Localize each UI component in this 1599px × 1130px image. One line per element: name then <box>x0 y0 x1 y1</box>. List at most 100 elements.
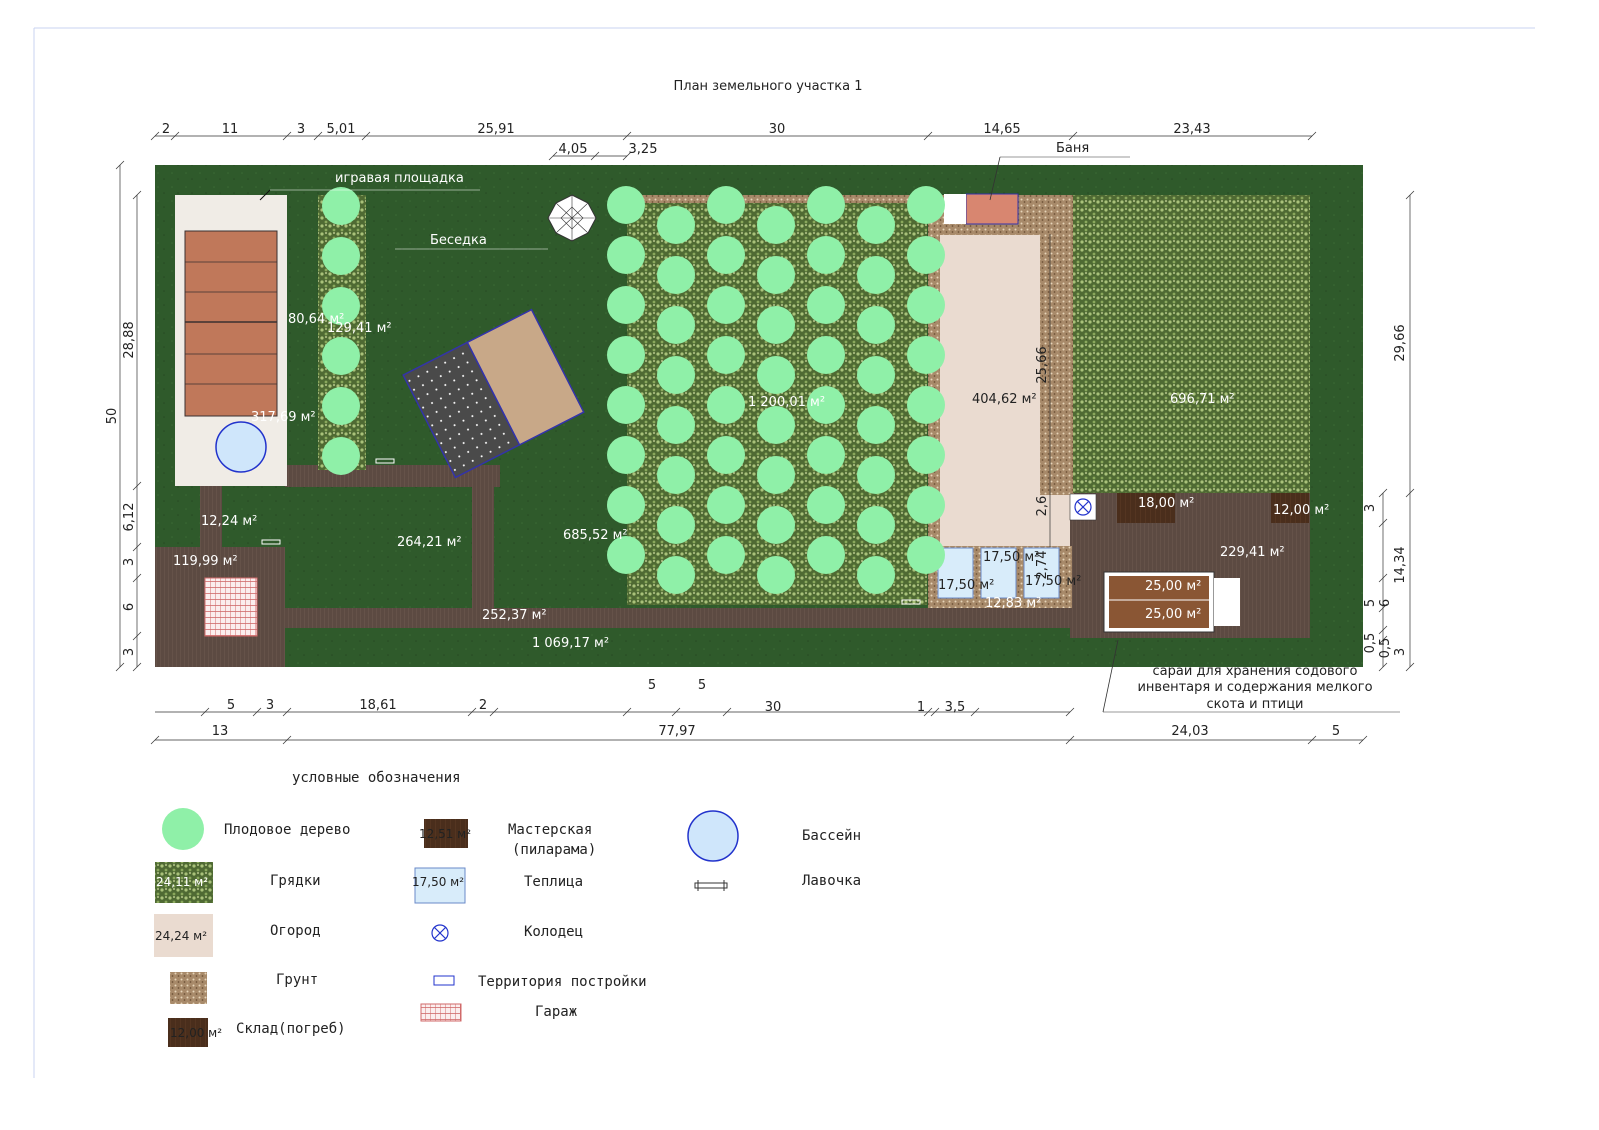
fruit-tree <box>907 186 945 224</box>
dim-right-2: 3 <box>1363 504 1378 512</box>
fruit-tree <box>607 436 645 474</box>
legend-beds-label: Грядки <box>270 873 321 889</box>
fruit-tree <box>707 486 745 524</box>
legend-pool-swatch <box>687 810 739 862</box>
fruit-tree <box>607 486 645 524</box>
dim-bottom-9: 3,5 <box>945 700 966 715</box>
fruit-tree <box>322 337 360 375</box>
fruit-tree <box>857 456 895 494</box>
dim-left-2: 28,88 <box>122 321 137 358</box>
dim-top-8: 23,43 <box>1173 122 1210 137</box>
legend-bench-label: Лавочка <box>802 873 861 889</box>
legend-beds-value: 24,11 м² <box>156 875 208 889</box>
dim-bottom-6: 5 <box>698 678 706 693</box>
fruit-tree <box>607 186 645 224</box>
legend-soil-swatch <box>170 972 207 1004</box>
dim-left-6: 3 <box>122 648 137 656</box>
fruit-tree <box>907 436 945 474</box>
bath-house <box>965 193 1019 225</box>
area-6: 696,71 м² <box>1170 392 1235 407</box>
fruit-tree <box>907 386 945 424</box>
dim-left-3: 6,12 <box>122 503 137 532</box>
legend-territory-label: Территория постройки <box>478 974 647 990</box>
shed-note-line2: инвентаря и содержания мелкого <box>1137 680 1372 695</box>
legend-workshop-label: Мастерская <box>508 822 592 838</box>
dim-bottom-7: 30 <box>765 700 782 715</box>
area-16: 25,00 м² <box>1145 579 1201 594</box>
legend-tree-label: Плодовое дерево <box>224 822 350 838</box>
legend-well-label: Колодец <box>524 924 583 940</box>
dim-right-8: 3 <box>1393 648 1408 656</box>
area-8: 119,99 м² <box>173 554 238 569</box>
fruit-tree <box>857 556 895 594</box>
area-20: 17,50 м² <box>1025 574 1081 589</box>
dim-top-3: 3 <box>297 122 305 137</box>
legend-garage-swatch <box>420 1003 462 1022</box>
dim-top-2: 11 <box>222 122 239 137</box>
fruit-tree <box>707 186 745 224</box>
dim-right-1: 29,66 <box>1393 324 1408 361</box>
legend-greenhouse-label: Теплица <box>524 874 583 890</box>
fruit-tree <box>807 486 845 524</box>
area-17: 25,00 м² <box>1145 607 1201 622</box>
fruit-tree <box>907 486 945 524</box>
tennis-court <box>184 230 278 417</box>
dim-top-6: 30 <box>769 122 786 137</box>
dim-bottom-2: 3 <box>266 698 274 713</box>
legend-garage-label: Гараж <box>535 1004 578 1020</box>
legend-storage-value: 12,00 м² <box>170 1026 222 1040</box>
label-bath: Баня <box>1056 141 1089 156</box>
area-5: 404,62 м² <box>972 392 1037 407</box>
fruit-tree <box>807 286 845 324</box>
fruit-tree <box>857 406 895 444</box>
fruit-tree <box>857 506 895 544</box>
fruit-tree <box>707 236 745 274</box>
dim-right-5: 6 <box>1378 599 1393 607</box>
fruit-tree <box>907 536 945 574</box>
legend-well-icon <box>431 924 449 942</box>
fruit-tree <box>757 506 795 544</box>
fruit-tree <box>657 256 695 294</box>
fruit-tree <box>707 286 745 324</box>
legend-bench-icon <box>694 880 728 891</box>
label-playground: игравая площадка <box>335 171 464 186</box>
legend-soil-label: Грунт <box>276 972 318 988</box>
fruit-tree <box>757 456 795 494</box>
fruit-tree <box>707 436 745 474</box>
fruit-tree <box>807 236 845 274</box>
dim-total-4: 5 <box>1332 724 1340 739</box>
fruit-tree <box>322 387 360 425</box>
fruit-tree <box>657 506 695 544</box>
shed-note-line3: скота и птици <box>1206 697 1303 712</box>
fruit-tree <box>607 386 645 424</box>
fruit-tree <box>607 236 645 274</box>
dim-total-2: 77,97 <box>658 724 695 739</box>
pool <box>215 421 267 473</box>
legend-greenhouse-value: 17,50 м² <box>412 875 464 889</box>
dim-inner-1: 25,66 <box>1035 346 1050 383</box>
area-14: 12,00 м² <box>1273 503 1329 518</box>
area-13: 18,00 м² <box>1138 496 1194 511</box>
dim-inner-3: 2,74 <box>1035 551 1050 580</box>
area-12: 1 069,17 м² <box>532 636 609 651</box>
area-15: 229,41 м² <box>1220 545 1285 560</box>
shed-note-line1: сараи для хранения содового <box>1153 664 1358 679</box>
fruit-tree <box>857 306 895 344</box>
fruit-tree <box>757 306 795 344</box>
dim-top-1: 2 <box>162 122 170 137</box>
dim-bottom-4: 2 <box>479 698 487 713</box>
dim-bottom-1: 5 <box>227 698 235 713</box>
legend-pool-label: Бассейн <box>802 828 861 844</box>
dim-total-1: 13 <box>212 724 229 739</box>
fruit-tree <box>757 356 795 394</box>
area-11: 252,37 м² <box>482 608 547 623</box>
fruit-tree <box>322 437 360 475</box>
area-9: 264,21 м² <box>397 535 462 550</box>
fruit-tree <box>757 556 795 594</box>
area-19: 17,50 м² <box>938 578 994 593</box>
fruit-tree <box>657 456 695 494</box>
fruit-tree <box>707 336 745 374</box>
fruit-tree <box>807 536 845 574</box>
dim-left-4: 3 <box>122 558 137 566</box>
well-icon <box>1069 493 1097 521</box>
